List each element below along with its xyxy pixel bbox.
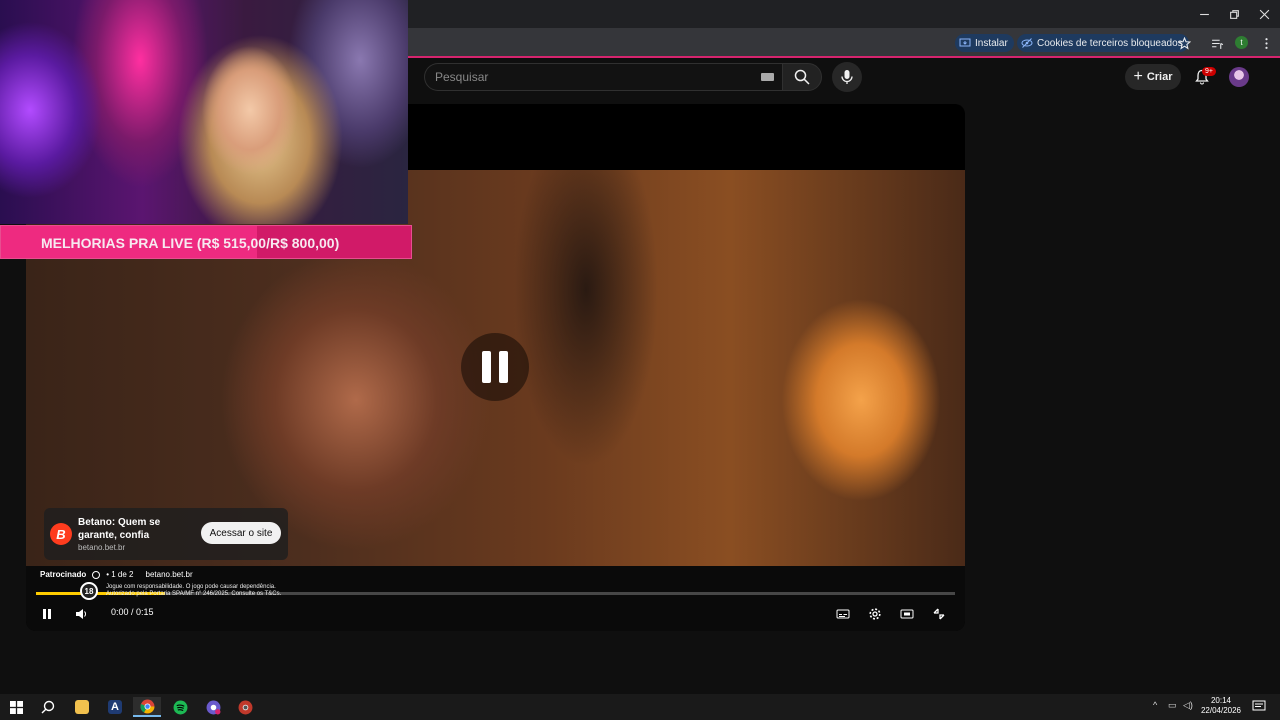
minimize-button[interactable] [1188,0,1220,28]
close-window-button[interactable] [1248,0,1280,28]
theater-icon [900,609,914,619]
ad-title: Betano: Quem se garante, confia [78,517,161,541]
chrome-profile-icon [206,700,220,714]
disclaimer-line-2: Autorizado pela Portaria SPA/MF n° 246/2… [106,591,282,597]
voice-search-button[interactable] [832,62,862,92]
search-button[interactable] [782,63,822,91]
create-button[interactable]: + Criar [1125,64,1181,90]
pause-icon [43,609,51,619]
battery-icon[interactable]: ▭ [1168,700,1177,711]
fullscreen-exit-icon [933,608,945,620]
mute-button[interactable] [71,604,91,624]
chrome-alt-icon [238,700,252,714]
screen: Instalar Cookies de terceiros bloqueados… [0,0,1280,720]
install-icon [959,38,971,47]
cookies-blocked-chip[interactable]: Cookies de terceiros bloqueados [1017,34,1189,52]
browser-menu-button[interactable] [1257,34,1275,52]
restore-button[interactable] [1218,0,1250,28]
chrome-icon [140,699,154,713]
pause-indicator[interactable] [461,333,529,401]
plus-icon: + [1133,68,1143,85]
volume-tray-icon[interactable]: ◁) [1183,700,1193,711]
start-button[interactable] [2,697,30,717]
ad-card[interactable]: B Betano: Quem se garante, confia betano… [44,508,288,560]
play-pause-button[interactable] [37,604,57,624]
clock-date: 22/04/2026 [1200,706,1242,715]
taskbar-search-button[interactable] [34,697,62,717]
ad-position: • 1 de 2 [106,570,134,579]
account-avatar[interactable] [1229,67,1249,87]
disclaimer-line-1: Jogue com responsabilidade. O jogo pode … [106,584,276,590]
minimize-icon [1199,13,1209,15]
system-clock[interactable]: 20:14 22/04/2026 [1196,696,1246,716]
eye-off-icon [1021,38,1033,48]
close-icon [1259,9,1269,19]
star-icon [1177,36,1191,50]
create-label: Criar [1146,71,1173,83]
streamer-webcam [0,0,408,224]
sponsored-label: Patrocinado [40,570,87,579]
install-app-chip[interactable]: Instalar [955,34,1014,52]
donation-goal-bar: MELHORIAS PRA LIVE (R$ 515,00/R$ 800,00) [0,225,412,259]
folder-icon [75,700,89,714]
search-box [424,63,782,91]
ad-disclaimer: Jogue com responsabilidade. O jogo pode … [106,584,306,598]
kebab-menu-icon [1264,37,1268,49]
subtitles-button[interactable] [833,604,853,624]
windows-taskbar: A ^ ▭ ◁) 20:14 22/04/2026 [0,694,1280,720]
windows-logo-icon [9,700,23,714]
taskbar-file-explorer[interactable] [68,697,96,717]
search-icon [794,69,810,85]
spotify-icon [173,700,187,714]
playlist-icon [1211,39,1223,49]
notification-center-icon [1252,700,1266,711]
age-rating-badge: 18 [80,582,98,600]
gear-icon [869,608,881,620]
tray-overflow-chevron[interactable]: ^ [1153,700,1157,710]
clock-time: 20:14 [1210,696,1232,705]
install-label: Instalar [975,37,1008,49]
fullscreen-button[interactable] [929,604,949,624]
pause-bar-left [482,351,491,383]
info-icon[interactable] [92,570,101,579]
taskbar-app-a[interactable]: A [101,697,129,717]
goal-text: MELHORIAS PRA LIVE (R$ 515,00/R$ 800,00) [41,235,340,251]
action-center-button[interactable] [1252,699,1266,713]
bookmark-star-button[interactable] [1175,34,1193,52]
sponsor-line: Patrocinado • 1 de 2 betano.bet.br [40,570,193,579]
notification-badge: 9+ [1202,67,1216,76]
theater-mode-button[interactable] [897,604,917,624]
volume-icon [76,609,87,619]
microphone-icon [841,70,853,84]
betano-logo: B [50,523,72,545]
search-input[interactable] [435,70,735,84]
media-controls-button[interactable] [1208,34,1226,52]
taskbar-spotify[interactable] [166,697,194,717]
search-icon [41,700,55,714]
sponsor-domain[interactable]: betano.bet.br [146,570,193,579]
pause-bar-right [499,351,508,383]
restore-icon [1229,9,1239,19]
visit-site-button[interactable]: Acessar o site [201,522,281,544]
taskbar-chrome-alt[interactable] [231,697,259,717]
time-display: 0:00 / 0:15 [111,607,154,617]
cookies-label: Cookies de terceiros bloqueados [1037,37,1183,49]
settings-button[interactable] [865,604,885,624]
subtitles-icon [836,609,850,619]
app-a-icon: A [108,700,122,714]
taskbar-chrome[interactable] [133,697,161,717]
profile-avatar-button[interactable]: t [1235,36,1248,49]
ad-domain: betano.bet.br [78,543,126,552]
taskbar-chrome-profile[interactable] [199,697,227,717]
keyboard-icon[interactable] [761,73,774,81]
